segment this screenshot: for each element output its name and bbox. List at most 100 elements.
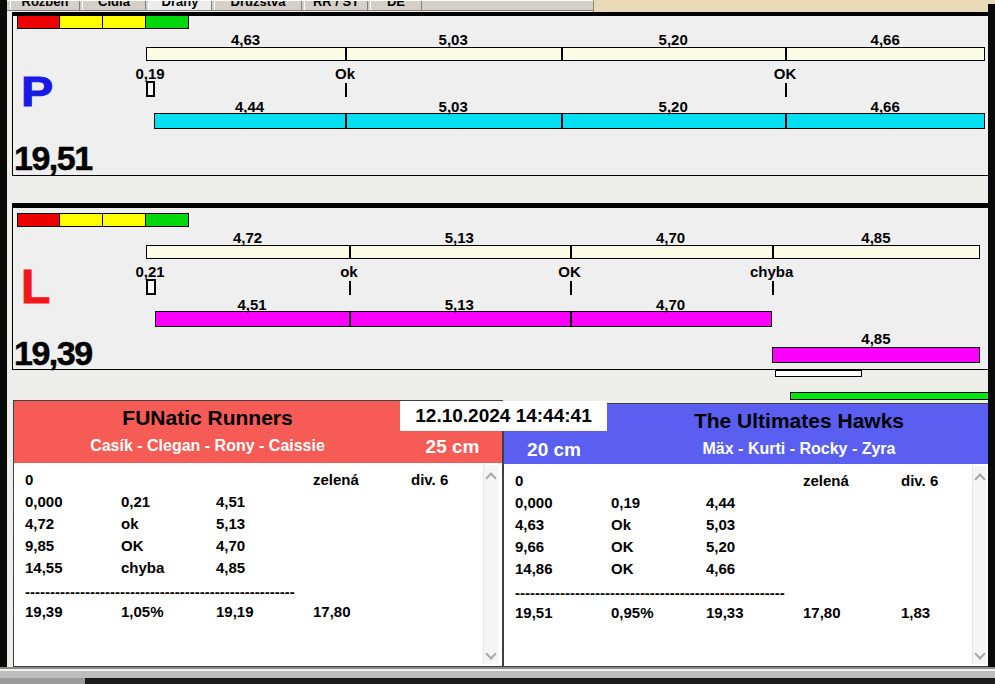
result-cell: 4,70 — [216, 537, 245, 554]
team-name: FUNatic Runners — [14, 406, 401, 430]
lane-total-time: 19,39 — [14, 336, 92, 370]
actual-segment-divider — [785, 114, 787, 128]
actual-segment-label: 4,66 — [785, 98, 985, 115]
ideal-segment-divider — [785, 48, 787, 60]
result-cell: 0 — [515, 472, 523, 489]
result-cell: 0,000 — [515, 494, 553, 511]
ideal-time-bar — [146, 47, 985, 61]
actual-segment-label: 5,03 — [345, 98, 561, 115]
exchange-marker-label: ok — [309, 263, 389, 280]
totals-cell: 17,80 — [803, 604, 841, 621]
ideal-segment-label: 5,13 — [349, 229, 570, 246]
result-cell: 0,21 — [121, 493, 150, 510]
exchange-marker-label: OK — [530, 263, 610, 280]
ideal-segment-label: 4,66 — [785, 31, 985, 48]
totals-cell: 19,33 — [706, 604, 744, 621]
distance-label: 25 cm — [401, 436, 504, 458]
actual-segment-label: 4,51 — [155, 296, 349, 313]
app-window: RozběhČidlaDráhyDružstvaRR / STDE 4,635,… — [0, 0, 995, 684]
ideal-segment-divider — [345, 48, 347, 60]
exchange-marker-tick — [570, 281, 572, 295]
start-light-green — [146, 213, 189, 227]
scroll-up-icon[interactable] — [485, 472, 496, 483]
result-cell: 4,51 — [216, 493, 245, 510]
start-light-red — [17, 213, 60, 227]
actual-segment-label: 5,20 — [561, 98, 785, 115]
result-cell: Ok — [611, 516, 631, 533]
totals-cell: 1,83 — [901, 604, 930, 621]
result-cell: chyba — [121, 559, 164, 576]
scroll-down-icon[interactable] — [974, 648, 985, 659]
vertical-scrollbar[interactable] — [483, 465, 498, 664]
vertical-scrollbar[interactable] — [972, 466, 987, 664]
result-cell: 4,63 — [515, 516, 544, 533]
result-cell: 14,86 — [515, 560, 553, 577]
distance-label: 20 cm — [504, 439, 604, 461]
actual-segment-divider — [349, 312, 351, 326]
team-results-area: 0zelenádiv. 60,0000,214,514,72ok5,139,85… — [15, 463, 501, 665]
result-row: 9,66OK5,20 — [505, 538, 987, 560]
overflow-segment-label: 4,85 — [772, 330, 981, 347]
ideal-segment-label: 4,70 — [570, 229, 772, 246]
window-right-border — [988, 4, 995, 678]
lane-letter-p: P — [21, 71, 53, 113]
ideal-segment-label: 4,72 — [146, 229, 349, 246]
result-cell: 4,85 — [216, 559, 245, 576]
exchange-marker-tick — [349, 281, 351, 295]
actual-time-bar — [154, 113, 985, 129]
totals-cell: 19,19 — [216, 603, 254, 620]
actual-time-bar — [155, 311, 772, 327]
totals-row: 19,391,05%19,1917,80 — [15, 603, 501, 625]
result-row: 0,0000,214,51 — [15, 493, 501, 515]
result-cell: 0,19 — [611, 494, 640, 511]
exchange-marker-tick — [345, 83, 347, 97]
ideal-segment-label: 4,63 — [146, 31, 345, 48]
start-light-green — [146, 15, 189, 29]
start-light-yellow — [60, 15, 103, 29]
scroll-up-icon[interactable] — [974, 473, 985, 484]
ideal-segment-divider — [570, 246, 572, 258]
totals-cell: 1,05% — [121, 603, 164, 620]
result-cell: 0 — [25, 471, 33, 488]
team-results-area: 0zelenádiv. 60,0000,194,444,63Ok5,039,66… — [505, 464, 987, 665]
start-light-red — [17, 15, 60, 29]
ideal-segment-label: 5,20 — [561, 31, 785, 48]
result-row: 4,63Ok5,03 — [505, 516, 987, 538]
taskbar-strip — [0, 678, 995, 684]
green-status-bar — [790, 392, 989, 400]
ideal-segment-divider — [561, 48, 563, 60]
team-panel-left: FUNatic RunnersCasík - Clegan - Rony - C… — [13, 400, 503, 667]
team-panel-right: The Ultimates Hawks Mäx - Kurti - Rocky -… — [503, 403, 989, 667]
lane-total-time: 19,51 — [14, 141, 92, 175]
result-cell: 4,44 — [706, 494, 735, 511]
totals-cell: 0,95% — [611, 604, 654, 621]
result-row: 0zelenádiv. 6 — [15, 471, 501, 493]
lane-letter-l: L — [21, 263, 50, 311]
result-cell: OK — [121, 537, 144, 554]
ideal-segment-divider — [349, 246, 351, 258]
team-title-wrap: The Ultimates Hawks Mäx - Kurti - Rocky -… — [608, 404, 990, 464]
actual-segment-label: 5,13 — [349, 296, 570, 313]
result-cell: div. 6 — [901, 472, 938, 489]
result-cell: 4,66 — [706, 560, 735, 577]
result-row: 0zelenádiv. 6 — [505, 472, 987, 494]
team-members: Mäx - Kurti - Rocky - Zyra — [608, 440, 990, 458]
background-window-strip — [593, 0, 995, 12]
ideal-segment-divider — [772, 246, 774, 258]
timestamp: 12.10.2024 14:44:41 — [400, 401, 607, 431]
result-cell: OK — [611, 538, 634, 555]
result-row: 14,86OK4,66 — [505, 560, 987, 582]
totals-row: 19,51 0,95% 19,33 17,80 1,83 — [505, 604, 987, 626]
start-lights — [17, 213, 189, 227]
start-light-yellow — [103, 15, 146, 29]
scroll-down-icon[interactable] — [485, 648, 496, 659]
exchange-marker-label: OK — [745, 65, 825, 82]
result-cell: ok — [121, 515, 139, 532]
totals-cell: 19,51 — [515, 604, 553, 621]
totals-cell: 19,39 — [25, 603, 63, 620]
result-cell: 5,13 — [216, 515, 245, 532]
result-cell: 4,72 — [25, 515, 54, 532]
reaction-time-box — [146, 279, 156, 295]
results-divider: ----------------------------------------… — [25, 583, 297, 599]
team-name: The Ultimates Hawks — [608, 409, 990, 433]
